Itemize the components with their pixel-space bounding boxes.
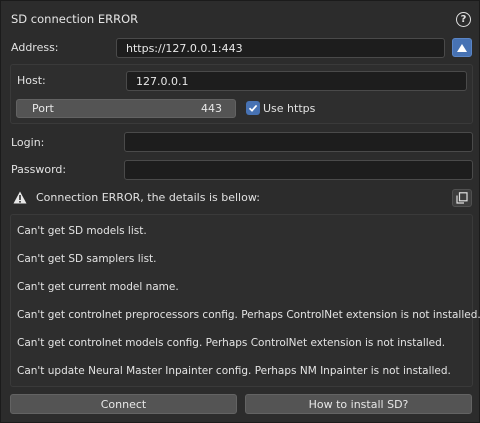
address-label: Address:	[11, 41, 59, 54]
error-line: Can't get controlnet models config. Perh…	[17, 337, 446, 349]
use-https-checkbox[interactable]	[246, 101, 260, 115]
error-header: Connection ERROR, the details is bellow:	[36, 191, 260, 204]
error-line: Can't get SD samplers list.	[17, 253, 157, 265]
port-label: Port	[32, 102, 54, 115]
use-https-label: Use https	[263, 102, 316, 115]
checkmark-icon	[248, 104, 258, 112]
login-label: Login:	[11, 136, 45, 149]
collapse-toggle-button[interactable]	[452, 38, 472, 57]
question-circle-icon[interactable]: ?	[456, 12, 471, 27]
error-line: Can't get controlnet preprocessors confi…	[17, 309, 480, 321]
triangle-up-icon	[457, 43, 467, 52]
password-label: Password:	[11, 163, 67, 176]
host-field[interactable]: 127.0.0.1	[126, 71, 467, 91]
how-to-install-button[interactable]: How to install SD?	[245, 394, 472, 414]
copy-icon	[456, 192, 468, 204]
port-field[interactable]: Port 443	[16, 99, 236, 118]
copy-error-button[interactable]	[452, 189, 472, 207]
error-line: Can't get current model name.	[17, 281, 179, 293]
error-line: Can't get SD models list.	[17, 225, 147, 237]
connect-button[interactable]: Connect	[10, 394, 237, 414]
port-value: 443	[201, 102, 222, 115]
sd-connection-dialog: SD connection ERROR ? Address: https://1…	[0, 0, 480, 423]
warning-triangle-icon	[13, 191, 27, 207]
host-label: Host:	[17, 74, 46, 87]
error-line: Can't update Neural Master Inpainter con…	[17, 365, 451, 377]
password-field[interactable]	[124, 160, 473, 180]
address-field[interactable]: https://127.0.0.1:443	[116, 38, 445, 58]
error-details-box: Can't get SD models list. Can't get SD s…	[10, 214, 480, 387]
dialog-title: SD connection ERROR	[11, 12, 139, 26]
login-field[interactable]	[124, 132, 473, 152]
